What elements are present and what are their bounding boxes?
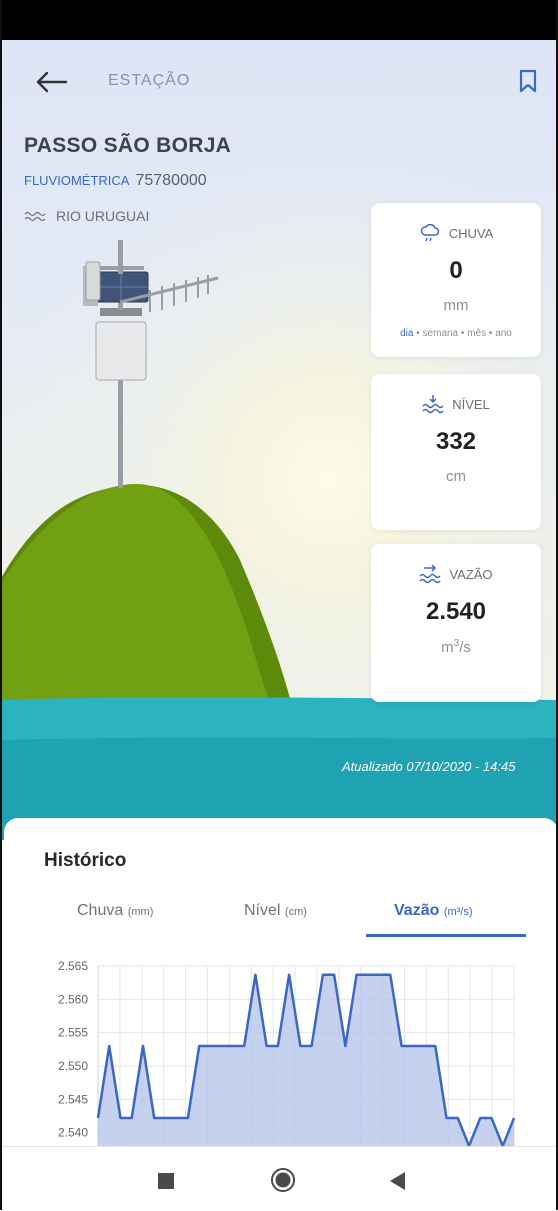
rain-label: CHUVA [448,225,494,241]
period-separator: • [416,328,420,339]
y-tick-label: 2.550 [58,1059,88,1073]
bookmark-icon[interactable] [516,68,540,94]
flow-value: 2.540 [425,598,487,625]
level-unit: cm [446,468,466,485]
nav-back-icon[interactable] [388,1171,406,1191]
period-separator: • [460,328,465,339]
y-tick-label: 2.540 [58,1126,88,1140]
level-card-header: NÍVEL [371,394,541,414]
cloud-rain-icon [420,223,439,242]
level-card[interactable]: NÍVEL 332 cm [371,374,541,530]
y-tick-label: 2.565 [58,959,88,973]
flow-unit: m3/s [441,638,471,656]
active-tab-indicator [366,934,526,937]
tab-nivel[interactable]: Nível (cm) [244,902,307,920]
waves-icon [24,211,46,222]
flow-label: VAZÃO [449,566,493,582]
water-level-icon [422,395,444,414]
period-separator: • [488,328,493,339]
recent-apps-icon[interactable] [158,1173,174,1189]
history-title: Histórico [44,850,127,871]
tab-vazao[interactable]: Vazão (m³/s) [394,902,473,920]
y-tick-label: 2.545 [58,1092,88,1106]
rain-period-selector: dia • semana • mês • ano [371,328,541,339]
header-title: ESTAÇÃO [108,72,191,89]
period-week[interactable]: semana [423,328,459,339]
level-label: NÍVEL [452,396,490,412]
rain-card[interactable]: CHUVA 0 mm dia • semana • mês • ano [371,203,541,357]
status-bar [0,0,558,40]
history-chart[interactable]: 2.565 2.560 2.555 2.550 2.545 2.540 [44,952,524,1146]
flow-card-header: VAZÃO [371,564,541,584]
flow-series-area [98,974,514,1146]
tab-chuva[interactable]: Chuva (mm) [77,902,153,920]
android-navigation-bar [0,1146,558,1211]
level-value: 332 [435,428,477,455]
river-line: RIO URUGUAI [24,208,149,224]
y-tick-label: 2.555 [58,1026,88,1040]
rain-unit: mm [443,297,469,314]
station-name: PASSO SÃO BORJA [24,134,232,157]
period-year[interactable]: ano [495,328,512,339]
station-code: 75780000 [135,172,207,189]
history-tabs: Chuva (mm) Nível (cm) Vazão (m³/s) [44,902,526,938]
telemetry-station-illustration [83,240,219,488]
rain-value: 0 [449,257,463,284]
station-type-line: FLUVIOMÉTRICA 75780000 [24,172,207,190]
rain-card-header: CHUVA [371,223,541,243]
period-month[interactable]: mês [467,328,486,339]
y-tick-label: 2.560 [58,992,88,1006]
frame-edge-left [0,0,2,1210]
river-name: RIO URUGUAI [56,208,150,224]
water-flow-icon [419,564,441,584]
updated-timestamp: Atualizado 07/10/2020 - 14:45 [342,759,516,774]
station-hero: ESTAÇÃO PASSO SÃO BORJA FLUVIOMÉTRICA 757… [0,40,558,840]
arrow-left-icon[interactable] [34,68,68,96]
period-day[interactable]: dia [400,328,413,339]
flow-card[interactable]: VAZÃO 2.540 m3/s [371,544,541,702]
home-icon[interactable] [270,1167,296,1193]
station-type: FLUVIOMÉTRICA [24,173,130,188]
